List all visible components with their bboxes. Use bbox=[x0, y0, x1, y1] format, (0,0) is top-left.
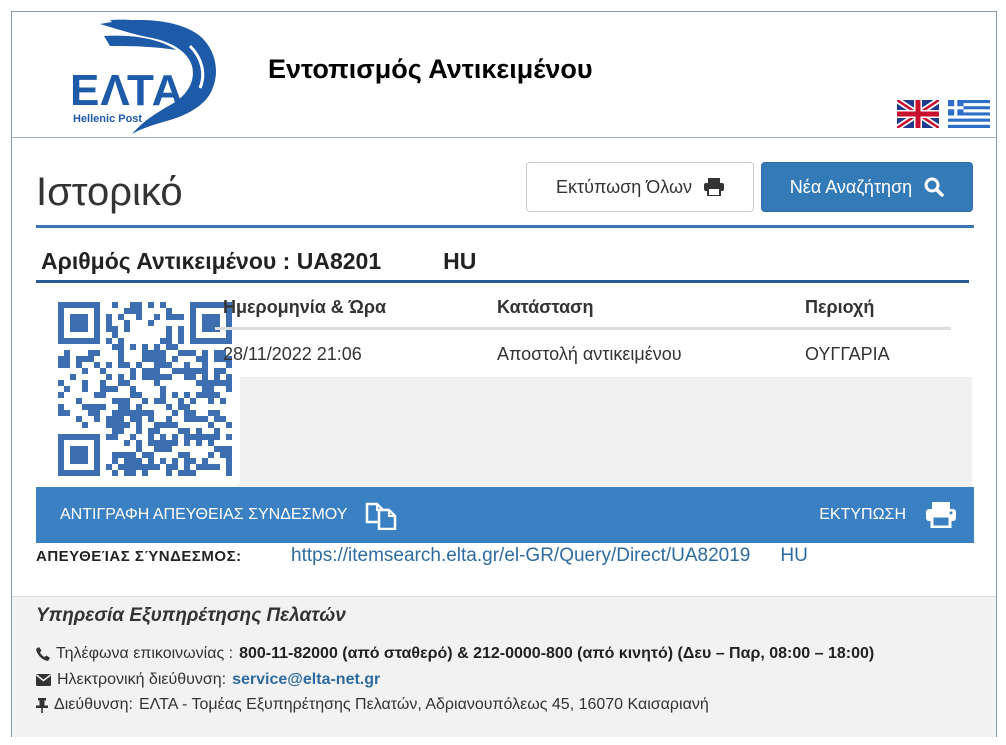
greek-flag-icon[interactable] bbox=[948, 100, 990, 128]
email-link[interactable]: service@elta-net.gr bbox=[232, 671, 380, 689]
history-heading: Ιστορικό bbox=[36, 170, 183, 214]
footer-address: Διεύθυνση: ΕΛΤΑ - Τομέας Εξυπηρέτησης Πε… bbox=[36, 696, 709, 714]
footer-email: Ηλεκτρονική διεύθυνση: service@elta-net.… bbox=[36, 671, 380, 689]
column-header-status: Κατάσταση bbox=[497, 297, 594, 317]
search-icon bbox=[924, 177, 944, 197]
phone-icon bbox=[36, 647, 50, 661]
email-label: Ηλεκτρονική διεύθυνση: bbox=[57, 671, 227, 688]
cell-area: ΟΥΓΓΑΡΙΑ bbox=[805, 344, 890, 364]
print-label: ΕΚΤΥΠΩΣΗ bbox=[819, 506, 906, 523]
divider bbox=[36, 225, 974, 228]
divider bbox=[36, 280, 969, 283]
direct-link-url-suffix: HU bbox=[780, 545, 808, 566]
address-value: ΕΛΤΑ - Τομέας Εξυπηρέτησης Πελατών, Αδρι… bbox=[139, 696, 709, 713]
page-frame: ΕΛΤΑ Hellenic Post Εντοπισμός Αντικειμέν… bbox=[11, 11, 997, 737]
footer-phone: Τηλέφωνα επικοινωνίας : 800-11-82000 (απ… bbox=[36, 645, 874, 663]
english-flag-icon[interactable] bbox=[897, 100, 939, 128]
direct-link-label: ΑΠΕΥΘΕΊΑΣ ΣΎΝΔΕΣΜΟΣ: bbox=[36, 548, 242, 565]
elta-logo[interactable]: ΕΛΤΑ Hellenic Post bbox=[40, 16, 230, 136]
address-label: Διεύθυνση: bbox=[54, 696, 133, 713]
printer-icon bbox=[926, 502, 956, 528]
new-search-label: Νέα Αναζήτηση bbox=[789, 176, 913, 197]
logo-wordmark: ΕΛΤΑ bbox=[70, 66, 185, 115]
copy-direct-link-button[interactable]: ΑΝΤΙΓΡΑΦΗ ΑΠΕΥΘΕΙΑΣ ΣΥΝΔΕΣΜΟΥ bbox=[60, 487, 397, 543]
copy-icon bbox=[366, 502, 397, 530]
page-title: Εντοπισμός Αντικειμένου bbox=[268, 54, 593, 84]
cell-status: Αποστολή αντικειμένου bbox=[497, 344, 682, 364]
copy-link-label: ΑΝΤΙΓΡΑΦΗ ΑΠΕΥΘΕΙΑΣ ΣΥΝΔΕΣΜΟΥ bbox=[60, 506, 348, 523]
qr-code bbox=[50, 294, 240, 484]
printer-icon bbox=[704, 178, 725, 196]
cell-datetime: 28/11/2022 21:06 bbox=[223, 344, 362, 364]
new-search-button[interactable]: Νέα Αναζήτηση bbox=[761, 162, 973, 212]
pushpin-icon bbox=[36, 697, 48, 713]
item-number-label: Αριθμός Αντικειμένου : UA8201 bbox=[41, 248, 382, 274]
table-background bbox=[237, 377, 972, 487]
column-header-datetime: Ημερομηνία & Ώρα bbox=[223, 297, 387, 317]
item-number: Αριθμός Αντικειμένου : UA8201 HU bbox=[41, 248, 476, 275]
column-header-area: Περιοχή bbox=[805, 297, 875, 317]
print-all-button[interactable]: Εκτύπωση Όλων bbox=[526, 162, 754, 212]
print-all-label: Εκτύπωση Όλων bbox=[555, 176, 693, 197]
qr-code-icon bbox=[58, 302, 232, 476]
direct-link-url[interactable]: https://itemsearch.elta.gr/el-GR/Query/D… bbox=[291, 545, 808, 567]
customer-service-footer: Υπηρεσία Εξυπηρέτησης Πελατών Τηλέφωνα ε… bbox=[12, 596, 996, 737]
item-number-suffix: HU bbox=[443, 248, 477, 274]
phone-value: 800-11-82000 (από σταθερό) & 212-0000-80… bbox=[239, 645, 875, 662]
tracking-table: Ημερομηνία & Ώρα Κατάσταση Περιοχή 28/11… bbox=[215, 288, 951, 378]
print-button[interactable]: ΕΚΤΥΠΩΣΗ bbox=[819, 487, 956, 543]
logo-subtitle: Hellenic Post bbox=[73, 113, 143, 125]
action-bar: ΑΝΤΙΓΡΑΦΗ ΑΠΕΥΘΕΙΑΣ ΣΥΝΔΕΣΜΟΥ ΕΚΤΥΠΩΣΗ bbox=[36, 487, 974, 543]
header: ΕΛΤΑ Hellenic Post Εντοπισμός Αντικειμέν… bbox=[12, 12, 996, 138]
footer-title: Υπηρεσία Εξυπηρέτησης Πελατών bbox=[36, 605, 346, 626]
direct-link-url-text: https://itemsearch.elta.gr/el-GR/Query/D… bbox=[291, 545, 751, 566]
table-header: Ημερομηνία & Ώρα Κατάσταση Περιοχή bbox=[215, 288, 951, 330]
envelope-icon bbox=[36, 674, 51, 686]
table-row: 28/11/2022 21:06 Αποστολή αντικειμένου Ο… bbox=[215, 330, 951, 378]
phone-label: Τηλέφωνα επικοινωνίας : bbox=[56, 645, 234, 662]
